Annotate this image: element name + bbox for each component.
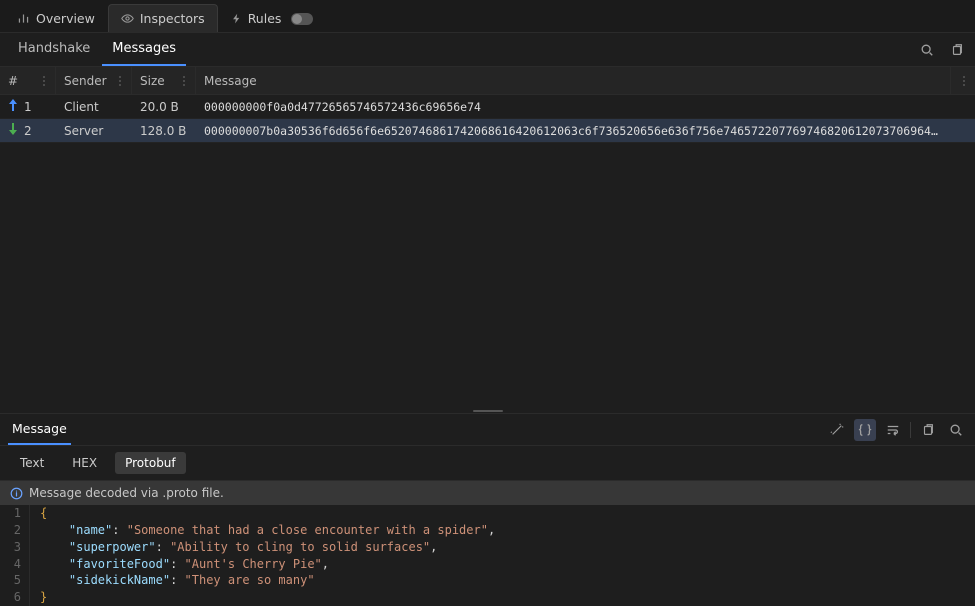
tab-rules[interactable]: Rules <box>218 4 327 32</box>
subtab-messages[interactable]: Messages <box>102 33 186 66</box>
col-menu-icon[interactable] <box>39 75 49 87</box>
tab-overview-label: Overview <box>36 11 95 26</box>
tab-inspectors-label: Inspectors <box>140 11 205 26</box>
arrow-up-icon <box>8 99 18 114</box>
lightning-icon <box>231 12 242 25</box>
eye-icon <box>121 12 134 25</box>
decode-tab-hex[interactable]: HEX <box>62 452 107 474</box>
row-number: 1 <box>24 100 32 114</box>
col-message[interactable]: Message <box>196 67 951 94</box>
decode-tab-text[interactable]: Text <box>10 452 54 474</box>
col-actions <box>951 67 975 94</box>
code-key: "favoriteFood" <box>69 557 170 571</box>
col-number-label: # <box>8 74 18 88</box>
table-header: # Sender Size Message <box>0 67 975 95</box>
top-tab-bar: Overview Inspectors Rules <box>0 0 975 33</box>
copy-icon[interactable] <box>917 419 939 441</box>
line-number: 6 <box>0 589 30 606</box>
tab-rules-label: Rules <box>248 11 282 26</box>
code-view[interactable]: 1{ 2 "name": "Someone that had a close e… <box>0 505 975 606</box>
col-menu-icon[interactable] <box>179 75 189 87</box>
code-brace: { <box>40 506 47 520</box>
row-message: 000000007b0a30536f6d656f6e65207468617420… <box>196 124 951 138</box>
bottom-pane: Message Text HEX Protobuf <box>0 413 975 606</box>
bars-icon <box>17 12 30 25</box>
line-number: 3 <box>0 539 30 556</box>
decode-tabs: Text HEX Protobuf <box>0 446 975 481</box>
rules-toggle[interactable] <box>291 13 313 25</box>
row-message: 000000000f0a0d47726565746572436c69656e74 <box>196 100 951 114</box>
bottom-title: Message <box>8 414 71 445</box>
braces-icon[interactable] <box>854 419 876 441</box>
divider <box>910 422 911 438</box>
line-number: 5 <box>0 572 30 589</box>
tab-overview[interactable]: Overview <box>4 4 108 32</box>
info-icon <box>10 487 23 500</box>
row-sender: Client <box>56 100 132 114</box>
line-number: 2 <box>0 522 30 539</box>
code-string: "Someone that had a close encounter with… <box>127 523 488 537</box>
line-number: 4 <box>0 556 30 573</box>
wand-icon[interactable] <box>826 419 848 441</box>
tab-inspectors[interactable]: Inspectors <box>108 4 218 32</box>
messages-table: # Sender Size Message 1 Client 20.0 B 00… <box>0 67 975 143</box>
decode-tab-protobuf[interactable]: Protobuf <box>115 452 186 474</box>
code-brace: } <box>40 590 47 604</box>
row-number: 2 <box>24 124 32 138</box>
wrap-icon[interactable] <box>882 419 904 441</box>
line-number: 1 <box>0 505 30 522</box>
col-size-label: Size <box>140 74 165 88</box>
col-menu-icon[interactable] <box>959 75 969 87</box>
code-string: "Aunt's Cherry Pie" <box>185 557 322 571</box>
row-size: 128.0 B <box>132 124 196 138</box>
copy-icon[interactable] <box>947 40 967 60</box>
subtab-handshake[interactable]: Handshake <box>8 33 100 66</box>
col-size[interactable]: Size <box>132 67 196 94</box>
row-sender: Server <box>56 124 132 138</box>
code-string: "Ability to cling to solid surfaces" <box>170 540 430 554</box>
table-row[interactable]: 1 Client 20.0 B 000000000f0a0d4772656574… <box>0 95 975 119</box>
bottom-actions <box>826 419 967 441</box>
pane-resize-handle[interactable] <box>0 409 975 413</box>
arrow-down-icon <box>8 123 18 138</box>
table-empty-area <box>0 143 975 409</box>
col-sender-label: Sender <box>64 74 107 88</box>
subtab-bar: Handshake Messages <box>0 33 975 67</box>
info-strip: Message decoded via .proto file. <box>0 481 975 505</box>
info-text: Message decoded via .proto file. <box>29 486 224 500</box>
col-number[interactable]: # <box>0 67 56 94</box>
col-sender[interactable]: Sender <box>56 67 132 94</box>
code-key: "superpower" <box>69 540 156 554</box>
col-menu-icon[interactable] <box>115 75 125 87</box>
table-row[interactable]: 2 Server 128.0 B 000000007b0a30536f6d656… <box>0 119 975 143</box>
search-icon[interactable] <box>917 40 937 60</box>
row-size: 20.0 B <box>132 100 196 114</box>
code-key: "sidekickName" <box>69 573 170 587</box>
search-icon[interactable] <box>945 419 967 441</box>
code-key: "name" <box>69 523 112 537</box>
code-string: "They are so many" <box>185 573 315 587</box>
bottom-header: Message <box>0 414 975 446</box>
col-message-label: Message <box>204 74 257 88</box>
